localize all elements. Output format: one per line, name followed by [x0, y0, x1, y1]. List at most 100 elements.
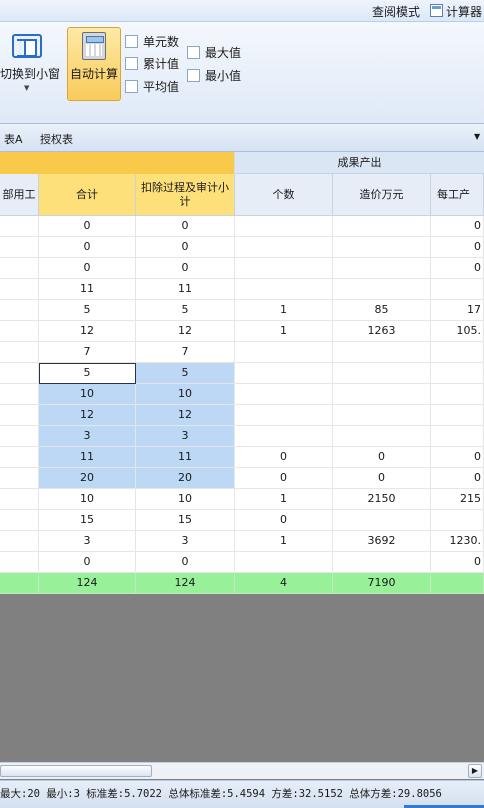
table-cell[interactable]	[235, 279, 333, 300]
table-cell[interactable]: 0	[39, 552, 136, 573]
table-cell[interactable]: 7	[39, 342, 136, 363]
table-cell[interactable]: 3	[39, 426, 136, 447]
table-cell[interactable]: 11	[39, 279, 136, 300]
average-checkbox[interactable]: 平均值	[125, 78, 179, 94]
table-cell[interactable]: 3	[39, 531, 136, 552]
table-cell[interactable]	[235, 363, 333, 384]
table-cell[interactable]	[0, 552, 39, 573]
table-cell[interactable]: 0	[431, 237, 484, 258]
spreadsheet-grid[interactable]: 成果产出 部用工 合计 扣除过程及审计小计 个数 造价万元 每工产 000000…	[0, 152, 484, 594]
table-cell[interactable]: 3692	[333, 531, 431, 552]
table-cell[interactable]: 1	[235, 321, 333, 342]
table-cell[interactable]: 11	[136, 447, 235, 468]
table-cell[interactable]	[0, 405, 39, 426]
table-cell[interactable]: 4	[235, 573, 333, 594]
sum-checkbox[interactable]: 累计值	[125, 55, 179, 71]
table-cell[interactable]	[431, 405, 484, 426]
table-cell[interactable]: 0	[39, 216, 136, 237]
table-cell[interactable]: 5	[136, 363, 235, 384]
table-cell[interactable]: 12	[136, 321, 235, 342]
table-cell[interactable]	[333, 384, 431, 405]
table-cell[interactable]	[431, 342, 484, 363]
column-header[interactable]: 扣除过程及审计小计	[136, 174, 235, 216]
table-cell[interactable]: 0	[333, 447, 431, 468]
table-cell[interactable]	[0, 258, 39, 279]
table-cell[interactable]: 0	[431, 552, 484, 573]
table-cell[interactable]: 0	[136, 552, 235, 573]
table-cell[interactable]: 2150	[333, 489, 431, 510]
table-cell[interactable]	[235, 342, 333, 363]
checkbox-box[interactable]	[187, 45, 200, 59]
auto-calculate-button[interactable]: 自动计算	[67, 27, 121, 101]
table-cell[interactable]: 0	[235, 510, 333, 531]
checkbox-box[interactable]	[125, 34, 138, 48]
table-cell[interactable]: 0	[39, 237, 136, 258]
table-cell[interactable]	[0, 510, 39, 531]
column-header[interactable]: 部用工	[0, 174, 39, 216]
max-checkbox[interactable]: 最大值	[187, 44, 241, 60]
table-cell[interactable]: 0	[431, 258, 484, 279]
table-cell[interactable]: 12	[39, 321, 136, 342]
table-cell[interactable]: 10	[39, 489, 136, 510]
switch-to-small-window-button[interactable]: 切换到小窗 ▼	[0, 28, 60, 118]
table-cell[interactable]: 0	[136, 237, 235, 258]
table-cell[interactable]	[235, 258, 333, 279]
table-cell[interactable]	[0, 342, 39, 363]
table-cell[interactable]: 85	[333, 300, 431, 321]
checkbox-box[interactable]	[187, 68, 200, 82]
table-cell[interactable]	[431, 279, 484, 300]
table-cell[interactable]	[235, 237, 333, 258]
tab-table-a[interactable]: 表A	[4, 131, 23, 147]
table-cell[interactable]	[0, 426, 39, 447]
table-cell[interactable]: 105.	[431, 321, 484, 342]
table-cell[interactable]	[0, 531, 39, 552]
chevron-down-icon[interactable]: ▼	[474, 132, 480, 141]
table-cell[interactable]	[333, 279, 431, 300]
scrollbar-thumb[interactable]	[0, 765, 152, 777]
checkbox-box[interactable]	[125, 56, 138, 70]
column-header[interactable]: 造价万元	[333, 174, 431, 216]
table-cell[interactable]: 215	[431, 489, 484, 510]
checkbox-box[interactable]	[125, 79, 138, 93]
table-cell[interactable]	[333, 342, 431, 363]
table-cell[interactable]: 11	[136, 279, 235, 300]
table-cell[interactable]: 10	[39, 384, 136, 405]
table-cell[interactable]	[333, 510, 431, 531]
table-cell[interactable]	[0, 300, 39, 321]
table-cell[interactable]: 1230.	[431, 531, 484, 552]
table-cell[interactable]: 7190	[333, 573, 431, 594]
table-cell[interactable]: 0	[39, 258, 136, 279]
table-cell[interactable]: 11	[39, 447, 136, 468]
cell-count-checkbox[interactable]: 单元数	[125, 33, 179, 49]
table-cell[interactable]: 10	[136, 489, 235, 510]
column-header[interactable]: 个数	[235, 174, 333, 216]
table-cell[interactable]: 3	[136, 426, 235, 447]
table-cell[interactable]	[0, 216, 39, 237]
table-cell[interactable]	[333, 216, 431, 237]
table-cell[interactable]: 12	[136, 405, 235, 426]
table-cell[interactable]	[0, 468, 39, 489]
table-cell[interactable]: 20	[136, 468, 235, 489]
tab-auth-table[interactable]: 授权表	[40, 131, 73, 147]
table-cell[interactable]	[235, 405, 333, 426]
table-cell[interactable]	[333, 363, 431, 384]
table-cell[interactable]: 15	[39, 510, 136, 531]
table-cell[interactable]	[333, 426, 431, 447]
table-cell[interactable]: 124	[39, 573, 136, 594]
table-cell[interactable]: 1	[235, 489, 333, 510]
table-cell[interactable]	[235, 552, 333, 573]
table-cell[interactable]: 10	[136, 384, 235, 405]
table-cell[interactable]: 1	[235, 300, 333, 321]
table-cell[interactable]	[431, 426, 484, 447]
table-cell[interactable]	[235, 426, 333, 447]
table-cell[interactable]: 12	[39, 405, 136, 426]
table-cell[interactable]	[333, 552, 431, 573]
table-cell[interactable]	[0, 279, 39, 300]
table-cell[interactable]: 124	[136, 573, 235, 594]
table-cell[interactable]: 0	[136, 258, 235, 279]
table-cell[interactable]: 0	[431, 216, 484, 237]
table-cell[interactable]	[0, 384, 39, 405]
table-cell[interactable]	[0, 489, 39, 510]
table-cell[interactable]	[431, 384, 484, 405]
scroll-right-icon[interactable]: ▶	[468, 764, 482, 778]
